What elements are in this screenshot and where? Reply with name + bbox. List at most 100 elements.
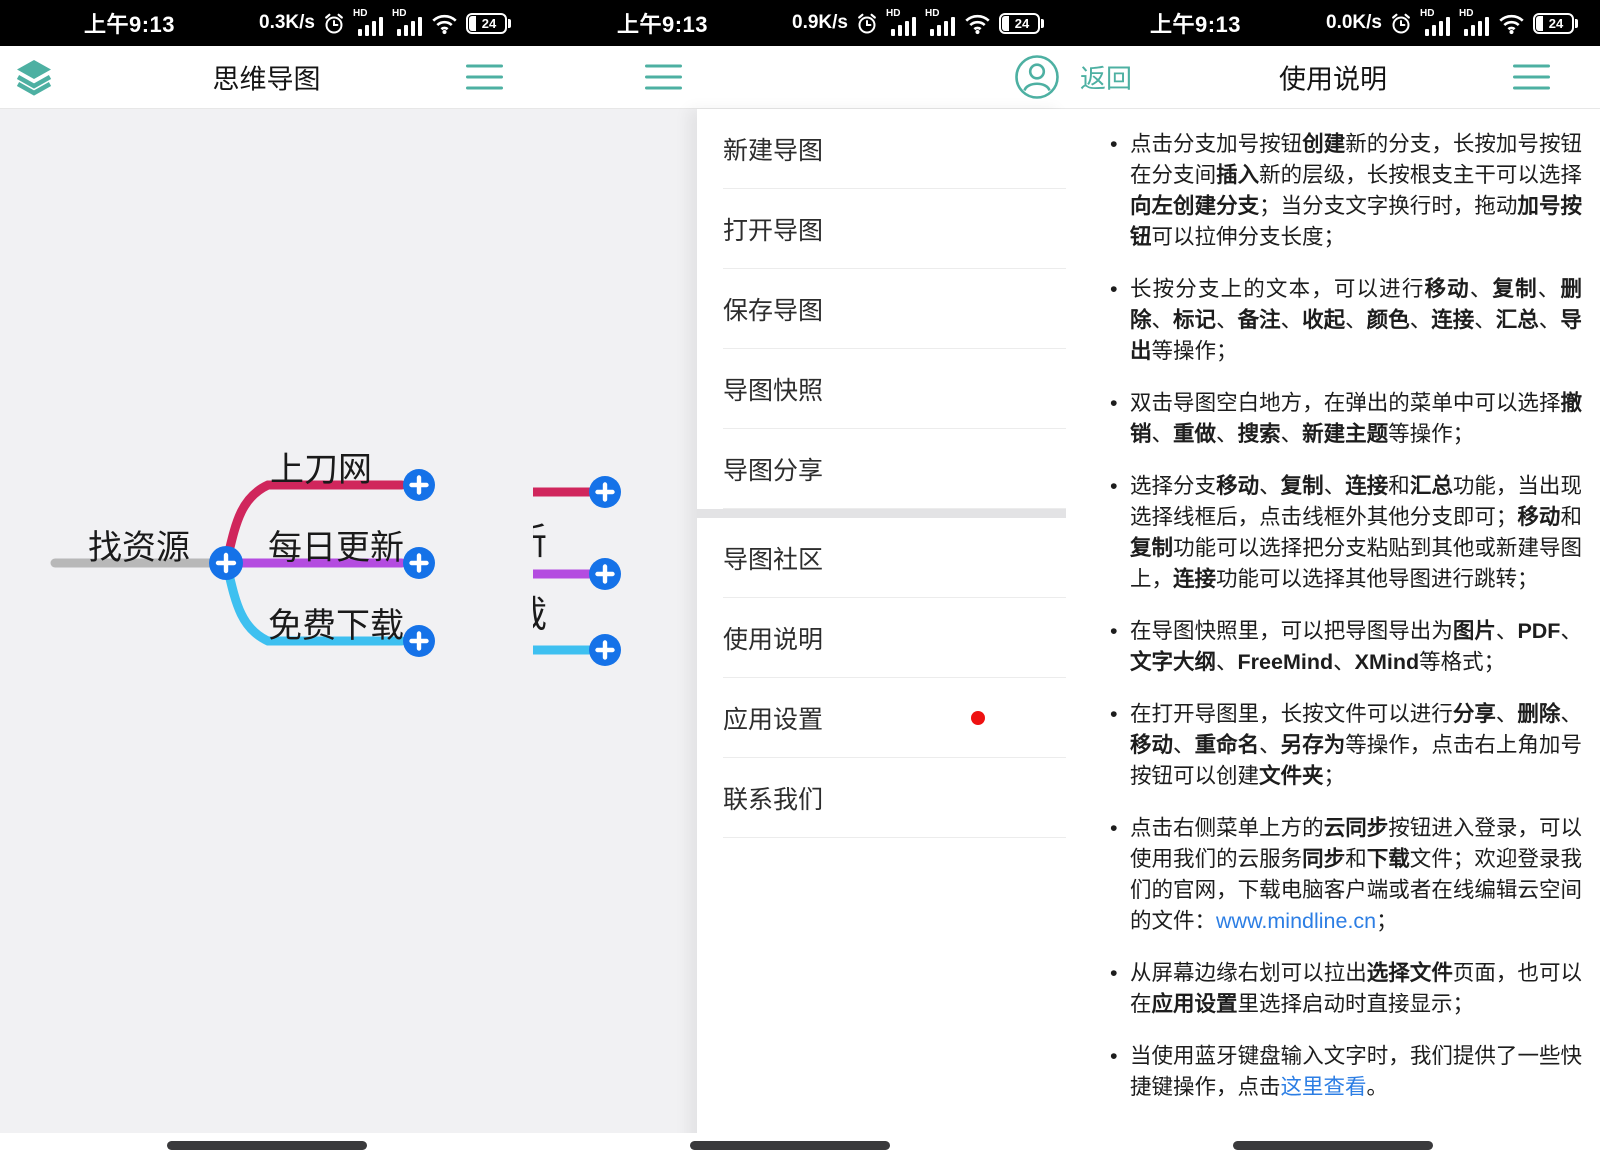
text: 从屏幕边缘右划可以拉出: [1130, 961, 1367, 985]
menu-item-map-share[interactable]: 导图分享: [697, 429, 1066, 509]
root-node-label[interactable]: 找资源: [88, 520, 190, 569]
text: 、: [1496, 702, 1518, 726]
hamburger-icon[interactable]: [466, 57, 503, 98]
bold-text: 删除: [1517, 702, 1560, 726]
page-title: 使用说明: [1279, 58, 1387, 97]
text: 。: [1367, 1075, 1389, 1099]
bold-text: 标记: [1173, 308, 1216, 332]
bold-text: 汇总: [1496, 308, 1539, 332]
bold-text: 移动: [1130, 733, 1173, 757]
back-button[interactable]: 返回: [1080, 59, 1132, 96]
text: 里选择启动时直接显示；: [1238, 992, 1475, 1016]
branch2-add-button[interactable]: [403, 547, 435, 579]
side-menu-drawer: 新建导图 打开导图 保存导图 导图快照 导图分享 导图社区 使用说明 应用设置 …: [697, 109, 1066, 1156]
alarm-clock-icon: [323, 12, 345, 35]
menu-item-new-map[interactable]: 新建导图: [697, 109, 1066, 189]
text: ；: [1324, 764, 1346, 788]
gesture-bar[interactable]: [1233, 1141, 1433, 1150]
page-title: 思维导图: [213, 58, 321, 97]
menu-item-open-map[interactable]: 打开导图: [697, 189, 1066, 269]
bold-text: 文件夹: [1259, 764, 1324, 788]
mindmap-canvas[interactable]: 找资源 上刀网 每日更新 免费下载: [0, 109, 533, 1133]
branch2-add-button[interactable]: [589, 558, 621, 590]
text: 和: [1388, 474, 1410, 498]
gesture-bar[interactable]: [690, 1141, 890, 1150]
text: 、: [1333, 650, 1355, 674]
branch3-add-button[interactable]: [403, 625, 435, 657]
menu-item-label: 保存导图: [723, 291, 823, 327]
bold-text: FreeMind: [1238, 650, 1334, 674]
bold-text: 连接: [1345, 474, 1388, 498]
hamburger-icon[interactable]: [1513, 57, 1550, 98]
branch1-node-label[interactable]: 上刀网: [270, 442, 372, 491]
text: 、: [1538, 277, 1561, 301]
instruction-item: 长按分支上的文本，可以进行移动、复制、删除、标记、备注、收起、颜色、连接、汇总、…: [1108, 274, 1582, 367]
branch3-add-button[interactable]: [589, 634, 621, 666]
bold-text: 复制: [1492, 277, 1537, 301]
instruction-item: 当使用蓝牙键盘输入文字时，我们提供了一些快捷键操作，点击这里查看。: [1108, 1041, 1582, 1103]
menu-item-label: 导图分享: [723, 451, 823, 487]
menu-item-label: 联系我们: [723, 780, 823, 816]
branch1-add-button[interactable]: [403, 469, 435, 501]
status-bar: 上午9:13 0.3K/s HD HD 24: [0, 0, 533, 46]
text: 和: [1560, 505, 1582, 529]
battery-level: 24: [1015, 16, 1029, 31]
battery-icon: 24: [1533, 13, 1574, 34]
layers-icon[interactable]: [12, 55, 56, 99]
menu-item-map-snapshot[interactable]: 导图快照: [697, 349, 1066, 429]
menu-item-label: 打开导图: [723, 211, 823, 247]
battery-level: 24: [1549, 16, 1563, 31]
inline-link[interactable]: 这里查看: [1281, 1075, 1367, 1099]
status-bar: 上午9:13 0.0K/s HD HD 24: [1066, 0, 1600, 46]
text: 、: [1259, 733, 1281, 757]
text: 、: [1281, 422, 1303, 446]
text: 在打开导图里，长按文件可以进行: [1130, 702, 1453, 726]
wifi-icon: [964, 12, 991, 35]
menu-item-instructions[interactable]: 使用说明: [697, 598, 1066, 678]
bold-text: 创建: [1302, 132, 1345, 156]
bold-text: 连接: [1431, 308, 1474, 332]
bold-text: 向左创建分支: [1130, 194, 1259, 218]
inline-link[interactable]: www.mindline.cn: [1216, 909, 1376, 933]
bold-text: 新建主题: [1302, 422, 1388, 446]
text: 、: [1216, 308, 1238, 332]
bold-text: 移动: [1216, 474, 1259, 498]
text: ；当分支文字换行时，拖动: [1259, 194, 1517, 218]
hamburger-icon[interactable]: [645, 57, 682, 98]
bold-text: XMind: [1355, 650, 1420, 674]
instruction-item: 在导图快照里，可以把导图导出为图片、PDF、文字大纲、FreeMind、XMin…: [1108, 616, 1582, 678]
nav-strip: [1066, 1133, 1600, 1156]
text: 、: [1560, 702, 1582, 726]
battery-level: 24: [482, 16, 496, 31]
text: 、: [1216, 422, 1238, 446]
text: 新的层级，长按根支主干可以选择: [1259, 163, 1582, 187]
screen-mindmap: 上午9:13 0.3K/s HD HD 24 思维导图 找资源 上刀网 每日更新…: [0, 0, 533, 1156]
menu-item-app-settings[interactable]: 应用设置: [697, 678, 1066, 758]
person-icon[interactable]: [1014, 54, 1060, 100]
instruction-item: 在打开导图里，长按文件可以进行分享、删除、移动、重命名、另存为等操作，点击右上角…: [1108, 699, 1582, 792]
battery-icon: 24: [466, 13, 507, 34]
bold-text: 图片: [1453, 619, 1496, 643]
text: 、: [1560, 619, 1582, 643]
text: 、: [1152, 308, 1174, 332]
menu-item-save-map[interactable]: 保存导图: [697, 269, 1066, 349]
bold-text: 选择文件: [1367, 961, 1453, 985]
status-icons: 0.3K/s HD HD 24: [259, 9, 507, 37]
branch2-node-label[interactable]: 每日更新: [268, 520, 404, 569]
menu-item-label: 导图社区: [723, 540, 823, 576]
bold-text: 收起: [1302, 308, 1345, 332]
text: 、: [1259, 474, 1281, 498]
bold-text: 重做: [1173, 422, 1216, 446]
branch1-add-button[interactable]: [589, 476, 621, 508]
status-bar: 上午9:13 0.9K/s HD HD 24: [533, 0, 1066, 46]
clipped-branch3-label: 载: [533, 594, 547, 635]
text: 长按分支上的文本，可以进行: [1130, 277, 1425, 301]
gesture-bar[interactable]: [167, 1141, 367, 1150]
menu-item-contact-us[interactable]: 联系我们: [697, 758, 1066, 838]
status-icons: 0.0K/s HD HD 24: [1326, 9, 1574, 37]
network-speed: 0.0K/s: [1326, 12, 1382, 34]
menu-item-map-community[interactable]: 导图社区: [697, 518, 1066, 598]
branch3-node-label[interactable]: 免费下载: [268, 598, 404, 647]
sim1-signal-icon: HD: [886, 9, 917, 37]
root-add-button[interactable]: [209, 546, 243, 580]
